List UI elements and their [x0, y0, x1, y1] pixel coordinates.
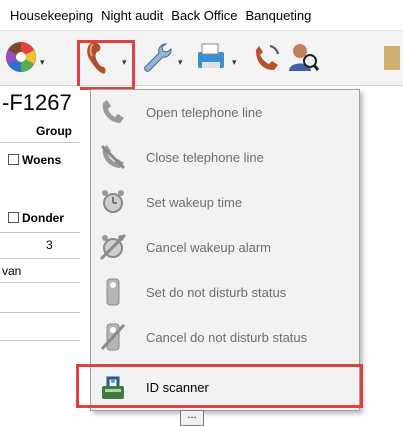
row-woens[interactable]: Woens — [8, 153, 61, 167]
cancel-dnd-icon — [100, 323, 126, 351]
menu-housekeeping[interactable]: Housekeeping — [0, 8, 97, 23]
id-scanner-highlight — [76, 364, 363, 408]
wrench-button[interactable] — [140, 37, 174, 77]
divider — [0, 258, 80, 259]
telephone-dropdown-menu: Open telephone line Close telephone line… — [90, 89, 360, 411]
divider — [0, 312, 80, 313]
color-wheel-button[interactable] — [4, 37, 38, 77]
menu-item-set-do-not-disturb[interactable]: Set do not disturb status — [91, 270, 359, 314]
partial-icon — [384, 46, 400, 70]
menu-item-cancel-wakeup-alarm[interactable]: Cancel wakeup alarm — [91, 225, 359, 269]
row-donder[interactable]: Donder — [8, 211, 64, 225]
wrench-icon — [144, 43, 172, 72]
dropdown-arrow[interactable]: ▾ — [40, 57, 45, 68]
menu-item-close-telephone-line[interactable]: Close telephone line — [91, 135, 359, 179]
menu-bar: Housekeeping Night audit Back Office Ban… — [0, 0, 403, 31]
name-value: van — [2, 264, 22, 278]
divider — [0, 232, 80, 233]
cell-value: 3 — [46, 238, 53, 252]
menu-item-open-telephone-line[interactable]: Open telephone line — [91, 90, 359, 134]
do-not-disturb-icon — [106, 278, 120, 306]
alarm-clock-icon — [102, 190, 124, 213]
group-column-header: Group — [36, 124, 72, 138]
menu-item-cancel-do-not-disturb[interactable]: Cancel do not disturb status — [91, 315, 359, 359]
expand-box[interactable] — [8, 154, 19, 165]
phone-closed-icon — [100, 144, 126, 170]
telephone-button-highlight — [77, 40, 135, 90]
expand-box[interactable] — [8, 212, 19, 223]
phone-ring-button[interactable] — [250, 37, 284, 77]
phone-open-icon — [102, 100, 124, 123]
divider — [0, 340, 80, 341]
toolbar: ▾ ▾ ▾ ▾ — [0, 31, 403, 86]
more-toolbar-button[interactable] — [370, 37, 403, 77]
printer-icon — [198, 43, 224, 68]
menu-night-audit[interactable]: Night audit — [97, 8, 167, 23]
person-search-button[interactable] — [286, 37, 320, 77]
divider — [0, 142, 80, 143]
color-wheel-icon — [6, 42, 36, 72]
reservation-id: -F1267 — [2, 90, 72, 115]
menu-item-set-wakeup-time[interactable]: Set wakeup time — [91, 180, 359, 224]
menu-back-office[interactable]: Back Office — [167, 8, 241, 23]
menu-banqueting[interactable]: Banqueting — [242, 8, 316, 23]
wrench-dropdown-arrow[interactable]: ▾ — [178, 57, 183, 68]
printer-dropdown-arrow[interactable]: ▾ — [232, 57, 237, 68]
person-search-icon — [289, 44, 320, 71]
printer-button[interactable] — [194, 37, 228, 77]
alarm-cancel-icon — [99, 233, 127, 261]
divider — [0, 282, 80, 283]
phone-ring-icon — [256, 45, 279, 70]
